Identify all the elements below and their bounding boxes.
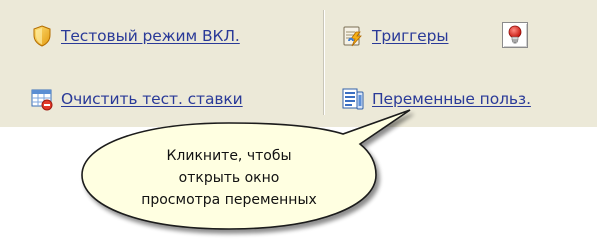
triggers-label: Триггеры <box>372 27 449 45</box>
triggers-button[interactable]: Триггеры <box>341 23 449 49</box>
user-variables-button[interactable]: Переменные польз. <box>341 86 531 112</box>
clear-test-bets-button[interactable]: Очистить тест. ставки <box>30 86 243 112</box>
tooltip-line-3: просмотра переменных <box>141 192 317 208</box>
table-delete-icon <box>30 87 54 111</box>
lightning-document-icon <box>341 24 365 48</box>
trigger-toggle-button[interactable] <box>502 22 528 48</box>
user-variables-label: Переменные польз. <box>372 90 531 108</box>
test-mode-button[interactable]: Тестовый режим ВКЛ. <box>30 23 240 49</box>
variables-list-icon <box>341 87 365 111</box>
tooltip-line-2: открыть окно <box>178 170 280 186</box>
tooltip-text: Кликните, чтобы открыть окно просмотра п… <box>118 145 340 211</box>
column-divider <box>323 10 324 115</box>
test-mode-label: Тестовый режим ВКЛ. <box>61 27 240 45</box>
tooltip-line-1: Кликните, чтобы <box>166 148 292 164</box>
clear-test-bets-label: Очистить тест. ставки <box>61 90 243 108</box>
toolbar-panel: Тестовый режим ВКЛ. Очистить тест. ставк… <box>0 0 597 127</box>
red-lightbulb-icon <box>507 25 523 45</box>
shield-icon <box>30 24 54 48</box>
